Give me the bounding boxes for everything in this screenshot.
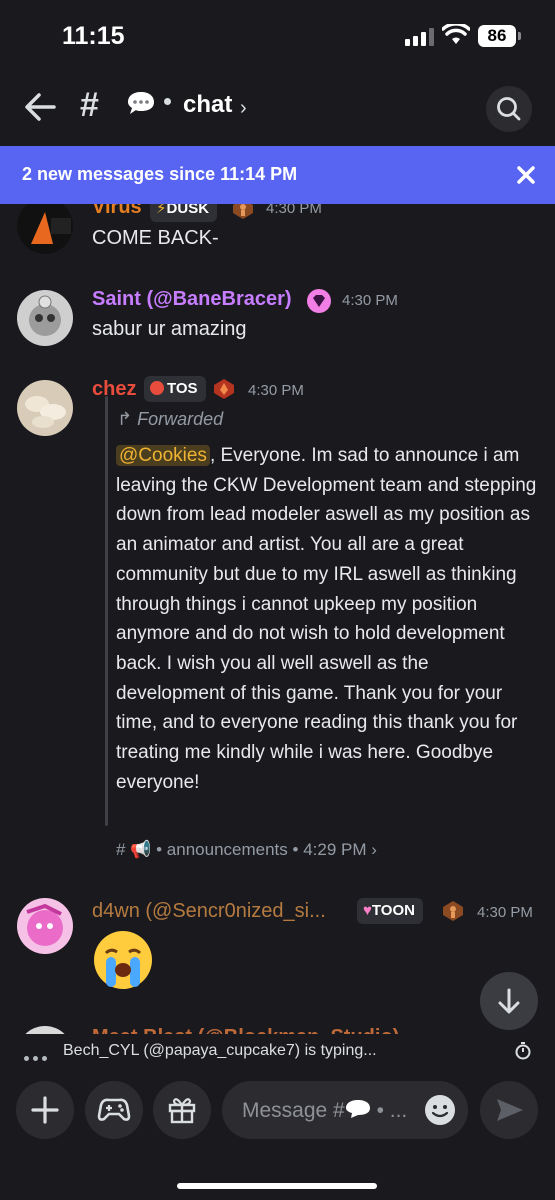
forward-quote-bar — [105, 396, 108, 826]
forward-source-link[interactable]: # 📢 • announcements • 4:29 PM › — [116, 840, 377, 860]
user-mention[interactable]: @Cookies — [116, 445, 210, 466]
avatar[interactable] — [17, 380, 73, 436]
typing-indicator: Bech_CYL (@papaya_cupcake7) is typing... — [0, 1036, 555, 1066]
username[interactable]: Meat Blast (@Blockman_Studio) — [92, 1026, 399, 1034]
cellular-signal-icon — [405, 28, 435, 46]
apps-button[interactable] — [85, 1081, 143, 1139]
channel-name[interactable]: chat — [183, 91, 232, 119]
role-badge-icon — [442, 900, 464, 922]
timestamp: 4:30 PM — [477, 904, 533, 921]
home-indicator — [177, 1183, 377, 1189]
banner-text: 2 new messages since 11:14 PM — [22, 164, 298, 184]
speech-bubble-icon — [345, 1099, 371, 1119]
avatar[interactable] — [17, 290, 73, 346]
avatar[interactable] — [17, 898, 73, 954]
role-tag: ♥TOON — [357, 898, 423, 924]
hashtag-icon: # — [80, 86, 99, 124]
battery-indicator: 86 — [478, 25, 521, 47]
message-input[interactable]: Message # • ... — [222, 1081, 468, 1139]
wifi-icon — [442, 24, 470, 44]
emoji-picker-icon[interactable] — [424, 1094, 456, 1126]
username[interactable]: chez — [92, 378, 136, 401]
message-placeholder: Message # • ... — [242, 1099, 408, 1122]
scroll-to-bottom-button[interactable] — [480, 972, 538, 1030]
message-text: sabur ur amazing — [92, 318, 247, 340]
back-arrow-icon[interactable] — [22, 90, 58, 124]
role-tag: ⚡DUSK — [150, 204, 218, 222]
role-tag: TOS — [144, 376, 206, 402]
loudly-crying-face-icon — [94, 931, 152, 989]
typing-dots-icon — [24, 1048, 51, 1066]
gift-icon — [168, 1098, 196, 1124]
send-icon — [497, 1099, 523, 1121]
message-list: Virus ⚡DUSK 4:30 PM COME BACK- Saint (@B… — [0, 204, 555, 1034]
username[interactable]: Saint (@BaneBracer) — [92, 288, 292, 311]
gamepad-icon — [97, 1098, 131, 1121]
hashtag-icon: # — [116, 840, 126, 859]
avatar[interactable] — [17, 1026, 73, 1034]
arrow-down-icon — [498, 988, 520, 1014]
timestamp: 4:30 PM — [266, 204, 322, 217]
username[interactable]: Virus — [92, 204, 142, 219]
megaphone-icon: 📢 — [130, 840, 152, 859]
clock: 11:15 — [62, 22, 125, 50]
message-composer: Message # • ... — [0, 1066, 555, 1200]
role-badge-icon — [232, 204, 254, 220]
forwarded-message-text: @Cookies, Everyone. Im sad to announce i… — [116, 445, 537, 793]
separator-dot — [164, 98, 171, 105]
lightning-icon: ⚡ — [156, 204, 167, 217]
send-button[interactable] — [480, 1081, 538, 1139]
red-badge-icon — [150, 381, 164, 395]
close-icon[interactable] — [512, 161, 540, 189]
chevron-right-icon[interactable]: › — [240, 97, 247, 120]
slowmode-timer-icon — [515, 1042, 531, 1060]
forwarded-label: ↱ Forwarded — [117, 409, 224, 429]
typing-text: Bech_CYL (@papaya_cupcake7) is typing... — [63, 1042, 377, 1059]
speech-bubble-icon — [128, 92, 154, 114]
message-text: COME BACK- — [92, 227, 219, 249]
plus-icon — [31, 1096, 59, 1124]
forward-arrow-icon: ↱ — [117, 409, 133, 429]
search-button[interactable] — [486, 86, 532, 132]
heart-icon: ♥ — [363, 902, 372, 919]
gift-button[interactable] — [153, 1081, 211, 1139]
channel-header: # chat › — [0, 70, 555, 145]
new-messages-banner[interactable]: 2 new messages since 11:14 PM — [0, 146, 555, 204]
timestamp: 4:30 PM — [342, 292, 398, 309]
username[interactable]: d4wn (@Sencr0nized_si... — [92, 900, 326, 923]
add-button[interactable] — [16, 1081, 74, 1139]
timestamp: 4:30 PM — [248, 382, 304, 399]
avatar[interactable] — [17, 204, 73, 254]
role-badge-icon — [213, 378, 235, 400]
gem-badge-icon — [306, 288, 332, 314]
search-icon — [497, 97, 521, 121]
status-bar: 11:15 86 — [0, 0, 555, 70]
chevron-right-icon: › — [371, 840, 377, 859]
